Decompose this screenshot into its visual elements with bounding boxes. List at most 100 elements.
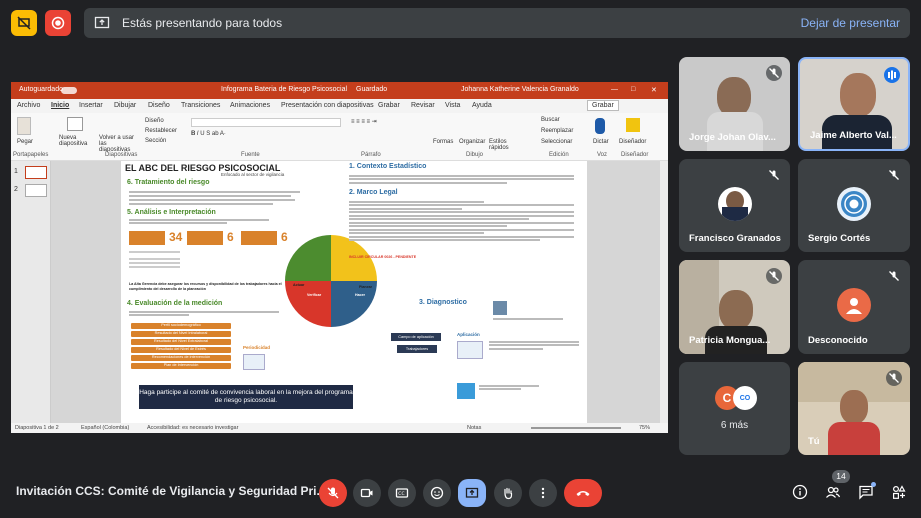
thumb-number: 1 [14, 168, 18, 175]
participant-tile[interactable]: Desconocido [798, 260, 910, 354]
pie-label-verificar: Verificar [307, 293, 322, 297]
mic-off-icon [327, 487, 339, 499]
menu-diseno[interactable]: Diseño [148, 102, 170, 109]
autosave-label[interactable]: Autoguardado [19, 86, 63, 93]
group-label: Diseñador [621, 152, 649, 158]
section-dropdown[interactable]: Sección [145, 138, 166, 144]
menu-revisar[interactable]: Revisar [411, 102, 435, 109]
participant-tile[interactable]: Patricia Mongua... [679, 260, 790, 354]
participant-avatar: CO [733, 386, 757, 410]
section-5-heading: 5. Análisis e Interpretación [127, 209, 216, 216]
menu-archivo[interactable]: Archivo [17, 102, 40, 109]
dictate-button[interactable]: Dictar [593, 139, 609, 145]
more-options-button[interactable] [529, 479, 557, 507]
menu-dibujar[interactable]: Dibujar [114, 102, 136, 109]
autosave-toggle[interactable] [61, 87, 77, 94]
alta-gerencia-note: La Alta Gerencia debe asegurar los recur… [129, 282, 282, 291]
section-4-heading: 4. Evaluación de la medición [127, 300, 223, 307]
search-button[interactable]: Buscar [541, 117, 560, 123]
record-icon[interactable] [45, 10, 71, 36]
shared-screen: Autoguardado Infograma Bateria de Riesgo… [11, 82, 668, 433]
ppt-status-bar: Diapositiva 1 de 2 Español (Colombia) Ac… [11, 423, 668, 433]
slide[interactable]: EL ABC DEL RIESGO PSICOSOCIAL Enfocado a… [121, 161, 587, 423]
captions-button[interactable]: CC [388, 479, 416, 507]
periodicidad-label: Periodicidad [243, 345, 271, 350]
participant-video [719, 290, 753, 330]
section-2-text [349, 199, 574, 255]
maximize-icon[interactable]: □ [631, 86, 635, 93]
meeting-info-button[interactable] [789, 481, 811, 503]
info-icon [792, 484, 808, 500]
menu-grabar[interactable]: Grabar [378, 102, 400, 109]
stat-box [129, 231, 165, 245]
more-participants-label: 6 más [720, 420, 749, 431]
camera-toggle-button[interactable] [353, 479, 381, 507]
chat-button[interactable] [855, 481, 877, 503]
slide-thumbnails: 1 2 [11, 161, 51, 423]
participant-tile[interactable]: Francisco Granados [679, 159, 790, 252]
arrange-button[interactable]: Organizar [459, 139, 485, 145]
raise-hand-button[interactable] [494, 479, 522, 507]
select-button[interactable]: Seleccionar [541, 139, 572, 145]
aplicacion-text [489, 339, 579, 359]
more-participants-tile[interactable]: C CO 6 más [679, 362, 790, 455]
people-button[interactable] [822, 481, 844, 503]
clipboard-icon [17, 117, 31, 135]
menu-inicio[interactable]: Inicio [51, 102, 69, 109]
presenting-banner: Estás presentando para todos Dejar de pr… [84, 8, 910, 38]
stop-presenting-button[interactable]: Dejar de presentar [801, 16, 900, 30]
meeting-title: Invitación CCS: Comité de Vigilancia y S… [16, 484, 327, 498]
close-icon[interactable]: ✕ [651, 86, 657, 94]
shapes-button[interactable]: Formas [433, 139, 453, 145]
layout-dropdown[interactable]: Diseño [145, 118, 164, 124]
zoom-level[interactable]: 75% [639, 425, 650, 431]
reactions-button[interactable] [423, 479, 451, 507]
mic-off-icon [889, 271, 899, 281]
stat-box [241, 231, 277, 245]
menu-transiciones[interactable]: Transiciones [181, 102, 220, 109]
ppt-title-bar: Autoguardado Infograma Bateria de Riesgo… [11, 82, 668, 99]
participant-video [717, 77, 751, 117]
globe-logo-icon [841, 191, 867, 217]
camera-icon [360, 488, 373, 498]
accessibility-status[interactable]: Accesibilidad: es necesario investigar [147, 425, 238, 431]
section-1-text [349, 173, 574, 187]
paste-button[interactable]: Pegar [17, 139, 33, 145]
stat-box [187, 231, 223, 245]
notes-button[interactable]: Notas [467, 425, 481, 431]
menu-ayuda[interactable]: Ayuda [472, 102, 492, 109]
participant-tile-speaking[interactable]: Jaime Alberto Val... [798, 57, 910, 151]
zoom-slider[interactable] [531, 427, 621, 429]
pie-label-planear: Planear [359, 285, 372, 289]
slide-thumbnail-2[interactable] [25, 184, 47, 197]
activities-button[interactable] [888, 481, 910, 503]
end-call-button[interactable] [564, 479, 602, 507]
replace-button[interactable]: Reemplazar [541, 128, 573, 134]
participant-name: Jaime Alberto Val... [810, 130, 897, 141]
designer-button[interactable]: Diseñador [619, 139, 646, 145]
people-count-badge: 14 [832, 470, 850, 483]
reuse-slides-button[interactable]: Volver a usar las diapositivas [99, 135, 139, 153]
present-screen-button[interactable] [458, 479, 486, 507]
vertical-scrollbar[interactable] [660, 161, 668, 423]
participant-name: Patricia Mongua... [689, 335, 771, 346]
slide-thumbnail-1[interactable] [25, 166, 47, 179]
mic-toggle-button[interactable] [319, 479, 347, 507]
reset-button[interactable]: Restablecer [145, 128, 177, 134]
menu-presentacion[interactable]: Presentación con diapositivas [281, 102, 374, 109]
new-slide-button[interactable]: Nueva diapositiva [59, 135, 93, 147]
document-text [479, 383, 539, 397]
quick-styles-button[interactable]: Estilos rápidos [489, 139, 519, 151]
participant-tile[interactable]: Jorge Johan Olav... [679, 57, 790, 151]
font-selector[interactable] [191, 118, 341, 127]
menu-animaciones[interactable]: Animaciones [230, 102, 270, 109]
self-tile[interactable]: Tú [798, 362, 910, 455]
participant-tile[interactable]: Sergio Cortés [798, 159, 910, 252]
language[interactable]: Español (Colombia) [81, 425, 129, 431]
minimize-icon[interactable]: — [611, 86, 618, 93]
screen-off-icon[interactable] [11, 10, 37, 36]
slide-subtitle: Enfocado al sector de vigilancia [221, 172, 285, 177]
menu-insertar[interactable]: Insertar [79, 102, 103, 109]
record-button[interactable]: Grabar [587, 100, 619, 111]
menu-vista[interactable]: Vista [445, 102, 460, 109]
